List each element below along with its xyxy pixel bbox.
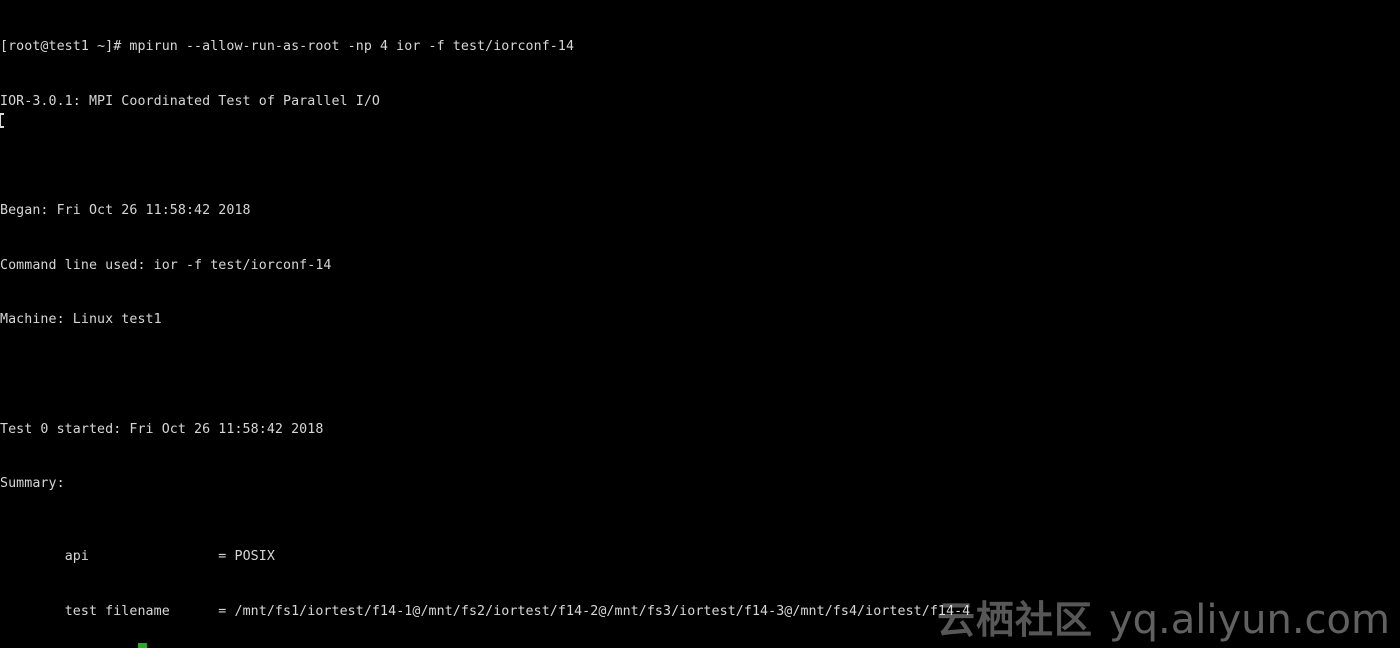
banner-version: IOR-3.0.1: MPI Coordinated Test of Paral… — [0, 94, 381, 109]
terminal-cursor — [138, 643, 147, 648]
blank-line-2 — [0, 366, 1302, 384]
run-began: Began: Fri Oct 26 11:58:42 2018 — [0, 203, 251, 219]
summary-label: Summary: — [0, 476, 65, 492]
prompt-line: [root@test1 ~]# mpirun --allow-run-as-ro… — [0, 39, 575, 55]
blank-line-1 — [0, 148, 1302, 166]
inactive-cursor — [0, 113, 4, 128]
summary-param-api: api = POSIX — [0, 548, 275, 564]
run-command-line: Command line used: ior -f test/iorconf-1… — [0, 257, 332, 273]
run-machine: Machine: Linux test1 — [0, 312, 162, 328]
test-started: Test 0 started: Fri Oct 26 11:58:42 2018 — [0, 421, 324, 437]
terminal-screen: [root@test1 ~]# mpirun --allow-run-as-ro… — [0, 2, 1302, 648]
terminal-window[interactable]: [root@test1 ~]# mpirun --allow-run-as-ro… — [0, 0, 1400, 648]
summary-param-test-filename: test filename = /mnt/fs1/iortest/f14-1@/… — [0, 603, 971, 619]
